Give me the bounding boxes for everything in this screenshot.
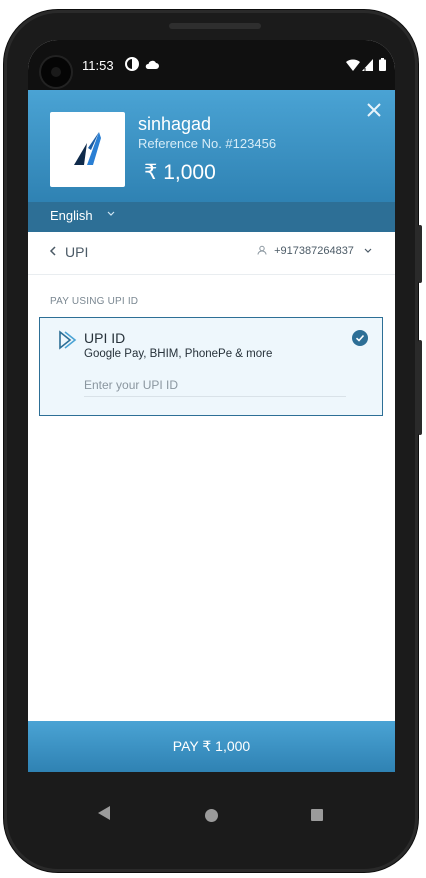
- cloud-icon: [145, 59, 159, 73]
- signal-icon: [362, 59, 373, 74]
- section-label: PAY USING UPI ID: [50, 296, 139, 307]
- volume-button: [418, 225, 422, 283]
- merchant-logo-icon: [74, 132, 101, 165]
- front-camera: [41, 57, 71, 87]
- chevron-down-icon: [364, 248, 372, 253]
- status-time: 11:53: [82, 58, 114, 73]
- wifi-icon: [346, 59, 360, 74]
- nav-back-icon[interactable]: [98, 806, 110, 820]
- pay-button[interactable]: PAY ₹ 1,000: [28, 721, 395, 772]
- screen: 11:53 sinhagad Reference No. #123456 ₹ 1…: [28, 40, 395, 772]
- data-saver-icon: [125, 57, 139, 74]
- android-nav-bar: [28, 772, 395, 844]
- contact-selector[interactable]: +917387264837: [257, 245, 373, 257]
- battery-icon: [379, 58, 386, 74]
- close-icon[interactable]: [364, 100, 384, 120]
- pay-button-label: PAY ₹ 1,000: [172, 738, 251, 754]
- status-bar: 11:53: [28, 40, 395, 90]
- upi-logo-icon: [57, 330, 77, 350]
- power-button: [418, 340, 422, 435]
- merchant-logo: [50, 112, 125, 187]
- reference-number: Reference No. #123456: [138, 136, 277, 151]
- user-icon: [257, 245, 267, 255]
- back-icon[interactable]: [48, 244, 58, 261]
- payment-header: sinhagad Reference No. #123456 ₹ 1,000: [28, 90, 395, 202]
- upi-id-input[interactable]: [84, 374, 346, 397]
- upi-option-subtitle: Google Pay, BHIM, PhonePe & more: [84, 348, 273, 360]
- method-nav-bar: UPI +917387264837: [28, 232, 395, 275]
- upi-option-title: UPI ID: [84, 330, 126, 346]
- nav-recents-icon[interactable]: [311, 809, 323, 821]
- language-selector[interactable]: English: [50, 208, 93, 223]
- check-icon: [352, 330, 368, 346]
- merchant-name: sinhagad: [138, 114, 212, 134]
- language-bar: English: [28, 202, 395, 232]
- chevron-down-icon[interactable]: [106, 208, 116, 221]
- method-title: UPI: [65, 244, 89, 260]
- contact-phone: +917387264837: [274, 245, 354, 257]
- upi-id-option[interactable]: UPI ID Google Pay, BHIM, PhonePe & more: [39, 317, 383, 416]
- payment-amount: ₹ 1,000: [144, 161, 216, 184]
- speaker-grille: [169, 23, 261, 29]
- nav-home-icon[interactable]: [205, 809, 218, 822]
